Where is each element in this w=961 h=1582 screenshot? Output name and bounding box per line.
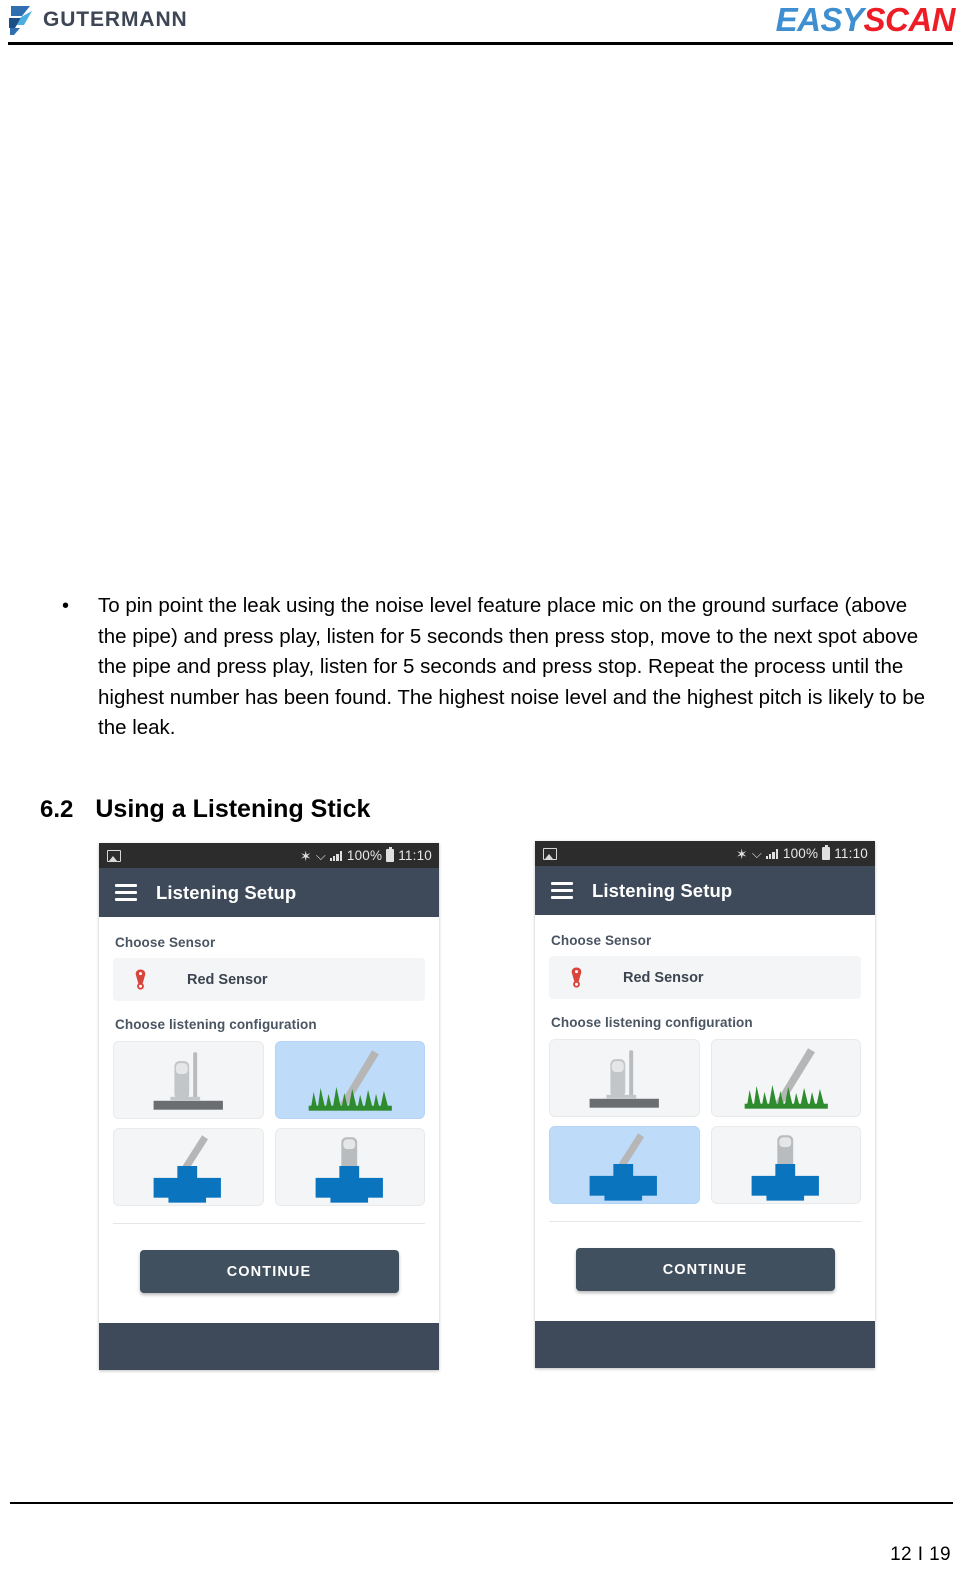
bullet-marker: •	[62, 595, 70, 617]
gutermann-wordmark: GUTERMANN	[43, 8, 188, 31]
app-bar-title: Listening Setup	[592, 879, 733, 901]
header-divider	[8, 42, 953, 45]
choose-sensor-label: Choose Sensor	[115, 935, 216, 950]
section-number: 6.2	[40, 796, 74, 823]
sensor-name-value: Red Sensor	[623, 969, 704, 986]
status-bar-right: ✶ ⌵ 100% 11:10	[735, 845, 868, 862]
screenshot-right: ✶ ⌵ 100% 11:10 Listening Setup Choose Se…	[535, 841, 875, 1368]
signal-icon	[765, 848, 779, 859]
clock-label: 11:10	[398, 848, 432, 863]
choose-configuration-label: Choose listening configuration	[115, 1017, 317, 1032]
page-number: 12 I 19	[890, 1544, 951, 1565]
status-bar: ✶ ⌵ 100% 11:10	[99, 843, 439, 868]
choose-sensor-label: Choose Sensor	[551, 933, 652, 948]
hamburger-menu-icon[interactable]	[551, 882, 573, 899]
battery-percent-label: 100%	[346, 848, 383, 863]
status-bar-left	[543, 847, 557, 860]
tile-listening-stick-in-grass[interactable]	[274, 1041, 425, 1119]
screen-content: Choose Sensor Red Sensor Choose listenin…	[99, 917, 439, 1323]
continue-button-wrap: CONTINUE	[549, 1222, 861, 1321]
status-bar: ✶ ⌵ 100% 11:10	[535, 841, 875, 866]
footer-divider	[10, 1502, 953, 1504]
tile-ground-microphone-on-plate[interactable]	[113, 1041, 264, 1119]
app-bar-title: Listening Setup	[156, 881, 297, 903]
image-icon	[543, 847, 557, 860]
red-sensor-pin-icon	[569, 967, 584, 988]
screenshot-left: ✶ ⌵ 100% 11:10 Listening Setup Choose Se…	[99, 843, 439, 1370]
signal-icon	[329, 850, 343, 861]
continue-button-wrap: CONTINUE	[113, 1224, 425, 1323]
choose-configuration-label: Choose listening configuration	[551, 1015, 753, 1030]
bluetooth-icon: ✶	[735, 845, 748, 862]
tile-listening-stick-in-grass[interactable]	[710, 1039, 861, 1117]
configuration-tile-grid	[549, 1039, 861, 1204]
bullet-list: • To pin point the leak using the noise …	[52, 591, 940, 744]
gutermann-logo: GUTERMANN	[8, 4, 188, 36]
tile-microphone-on-valve[interactable]	[274, 1128, 425, 1206]
bluetooth-icon: ✶	[299, 847, 312, 864]
tile-microphone-on-valve[interactable]	[710, 1126, 861, 1204]
document-page: GUTERMANN EASYSCAN • To pin point the le…	[0, 0, 961, 1582]
app-bar: Listening Setup	[99, 868, 439, 917]
system-navigation-bar[interactable]	[99, 1323, 439, 1370]
battery-icon	[822, 845, 831, 860]
section-heading: 6.2 Using a Listening Stick	[40, 795, 370, 824]
wifi-icon: ⌵	[751, 846, 762, 861]
wifi-icon: ⌵	[315, 848, 326, 863]
tile-ground-microphone-on-plate[interactable]	[549, 1039, 700, 1117]
continue-button[interactable]: CONTINUE	[575, 1248, 835, 1291]
sensor-select-row[interactable]: Red Sensor	[113, 958, 425, 1001]
status-bar-left	[107, 849, 121, 862]
gutermann-mark-icon	[8, 4, 34, 36]
easyscan-scan-text: SCAN	[863, 1, 955, 38]
tile-listening-stick-on-valve[interactable]	[549, 1126, 700, 1204]
bullet-paragraph-text: To pin point the leak using the noise le…	[98, 594, 925, 739]
image-icon	[107, 849, 121, 862]
tile-listening-stick-on-valve[interactable]	[113, 1128, 264, 1206]
battery-percent-label: 100%	[782, 846, 819, 861]
red-sensor-pin-icon	[133, 969, 148, 990]
sensor-select-row[interactable]: Red Sensor	[549, 956, 861, 999]
battery-icon	[386, 847, 395, 862]
sensor-name-value: Red Sensor	[187, 971, 268, 988]
easyscan-logo: EASYSCAN	[775, 1, 956, 39]
configuration-tile-grid	[113, 1041, 425, 1206]
system-navigation-bar[interactable]	[535, 1321, 875, 1368]
page-title: Using a Listening Stick	[95, 795, 371, 823]
continue-button[interactable]: CONTINUE	[139, 1250, 399, 1293]
screen-content: Choose Sensor Red Sensor Choose listenin…	[535, 915, 875, 1321]
app-bar: Listening Setup	[535, 866, 875, 915]
hamburger-menu-icon[interactable]	[115, 884, 137, 901]
document-header: GUTERMANN EASYSCAN	[0, 0, 961, 46]
status-bar-right: ✶ ⌵ 100% 11:10	[299, 847, 432, 864]
clock-label: 11:10	[834, 846, 868, 861]
easyscan-easy-text: EASY	[775, 1, 864, 38]
list-item: • To pin point the leak using the noise …	[52, 591, 940, 744]
